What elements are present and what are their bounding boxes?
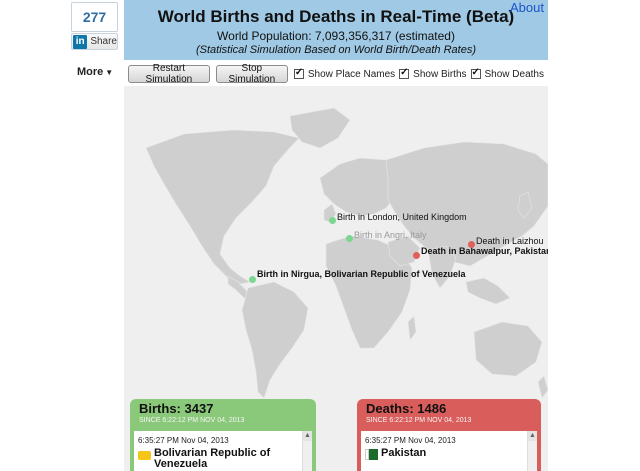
list-item: Bolivarian Republic of Venezuela [138,448,312,470]
place-label: Birth in Nirgua, Bolivarian Republic of … [257,269,466,279]
place-label: Death in Bahawalpur, Pakistan [421,246,548,256]
deaths-count: Deaths: 1486 [366,400,447,416]
more-label: More [77,66,104,78]
checkbox-checked-icon[interactable] [470,67,481,79]
deaths-since: SINCE 6:22:12 PM NOV 04, 2013 [366,417,472,424]
entry-time: 6:35:27 PM Nov 04, 2013 [365,436,456,445]
page-title: World Births and Deaths in Real-Time (Be… [157,7,515,26]
page-header: World Births and Deaths in Real-Time (Be… [124,0,548,60]
show-deaths-checkbox[interactable]: Show Deaths [470,67,544,80]
checkbox-checked-icon[interactable] [293,67,304,79]
more-menu[interactable]: More ▼ [77,66,113,78]
births-scrollbar[interactable]: ▲ [302,431,312,471]
show-place-names-label: Show Place Names [307,68,396,80]
birth-marker[interactable] [346,235,353,242]
place-label: Death in Laizhou [476,236,544,246]
restart-simulation-button[interactable]: Restart Simulation [128,63,210,85]
entry-place-continued: Venezuela [154,458,208,470]
world-population: World Population: 7,093,356,317 (estimat… [217,29,455,43]
entry-time: 6:35:27 PM Nov 04, 2013 [138,436,229,445]
place-label: Birth in Angri, Italy [354,230,427,240]
caret-down-icon: ▼ [105,68,114,77]
deaths-scrollbar[interactable]: ▲ [527,431,537,471]
deaths-panel: Deaths: 1486 SINCE 6:22:12 PM NOV 04, 20… [357,399,541,471]
show-births-label: Show Births [413,68,467,80]
birth-marker[interactable] [249,276,256,283]
about-link[interactable]: About [510,0,544,15]
show-births-checkbox[interactable]: Show Births [399,67,467,80]
stop-simulation-button[interactable]: Stop Simulation [215,63,288,85]
births-panel: Births: 3437 SINCE 6:22:12 PM NOV 04, 20… [130,399,316,471]
scroll-up-icon[interactable]: ▲ [303,431,312,441]
list-item: Pakistan [365,448,537,460]
share-count: 277 [71,2,118,32]
show-deaths-label: Show Deaths [484,68,544,80]
death-marker[interactable] [413,252,420,259]
checkbox-checked-icon[interactable] [399,67,410,79]
linkedin-share-button[interactable]: in Share [71,33,118,50]
linkedin-icon: in [73,34,88,49]
deaths-list[interactable]: 6:35:27 PM Nov 04, 2013 Pakistan ▲ [361,431,537,471]
place-label: Birth in London, United Kingdom [337,212,467,222]
births-since: SINCE 6:22:12 PM NOV 04, 2013 [139,417,245,424]
entry-place: Pakistan [381,447,427,459]
share-label: Share [90,36,117,47]
page-subtitle: (Statistical Simulation Based on World B… [195,44,476,56]
pakistan-flag-icon [365,449,378,460]
scroll-up-icon[interactable]: ▲ [528,431,537,441]
venezuela-flag-icon [138,451,151,460]
death-marker[interactable] [468,241,475,248]
births-list[interactable]: 6:35:27 PM Nov 04, 2013 Bolivarian Repub… [134,431,312,471]
toolbar: Restart Simulation Stop Simulation Show … [128,63,548,85]
birth-marker[interactable] [329,217,336,224]
show-place-names-checkbox[interactable]: Show Place Names [293,67,396,80]
births-count: Births: 3437 [139,400,214,416]
